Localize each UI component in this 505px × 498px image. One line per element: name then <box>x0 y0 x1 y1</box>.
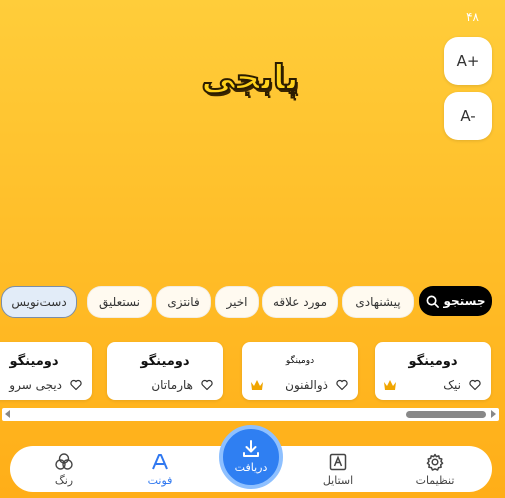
download-icon <box>243 440 259 457</box>
download-button-label: دریافت <box>234 461 268 474</box>
filter-chip-favorites[interactable]: مورد علاقه <box>262 286 338 318</box>
scroll-right-arrow-icon[interactable] <box>491 410 496 418</box>
font-icon <box>152 454 168 470</box>
heart-icon[interactable] <box>201 379 213 391</box>
gear-icon <box>426 453 444 471</box>
color-circles-icon <box>55 453 73 470</box>
nav-color[interactable]: رنگ <box>24 450 104 490</box>
decrease-size-button[interactable]: A- <box>444 92 492 140</box>
font-sample: دومینگو <box>408 354 458 369</box>
font-sample: دومینگو <box>285 356 315 366</box>
style-icon <box>329 453 347 471</box>
text-preview[interactable]: پابجی <box>170 57 330 99</box>
crown-icon <box>384 380 396 390</box>
search-icon <box>426 295 439 308</box>
nav-style-label: استایل <box>322 474 354 487</box>
font-card[interactable]: دومینگو دیجی سرو <box>0 342 92 400</box>
heart-icon[interactable] <box>336 379 348 391</box>
font-name: هارماتان <box>151 378 193 392</box>
heart-icon[interactable] <box>469 379 481 391</box>
filter-chip-bar: جستجو پیشنهادی مورد علاقه اخیر فانتزی نس… <box>0 286 505 318</box>
download-button[interactable]: دریافت <box>219 425 283 489</box>
font-name: نیک <box>443 378 461 392</box>
filter-chip-nastaliq[interactable]: نستعلیق <box>87 286 152 318</box>
nav-settings-label: تنظیمات <box>415 474 455 487</box>
scroll-left-arrow-icon[interactable] <box>5 410 10 418</box>
increase-size-button[interactable]: A+ <box>444 37 492 85</box>
filter-chip-fantasy[interactable]: فانتزی <box>156 286 211 318</box>
filter-chip-suggested[interactable]: پیشنهادی <box>342 286 414 318</box>
counter-text: ۴۸ <box>466 10 479 24</box>
font-name: ذوالفنون <box>285 378 328 392</box>
filter-chip-recent[interactable]: اخیر <box>215 286 259 318</box>
font-sample: دومینگو <box>140 354 190 369</box>
font-sample: دومینگو <box>9 354 59 369</box>
font-card[interactable]: دومینگو نیک <box>375 342 491 400</box>
crown-icon <box>251 380 263 390</box>
nav-settings[interactable]: تنظیمات <box>395 450 475 490</box>
nav-font-label: فونت <box>147 474 173 487</box>
nav-color-label: رنگ <box>54 474 74 487</box>
horizontal-scrollbar[interactable] <box>2 408 499 421</box>
font-card[interactable]: دومینگو ذوالفنون <box>242 342 358 400</box>
heart-icon[interactable] <box>70 379 82 391</box>
nav-style[interactable]: استایل <box>298 450 378 490</box>
search-chip[interactable]: جستجو <box>419 286 492 316</box>
filter-chip-handwriting[interactable]: دست‌نویس <box>1 286 77 318</box>
font-card-list: دومینگو نیک دومینگو ذوالفنون دومینگو هار… <box>0 342 505 400</box>
scroll-thumb[interactable] <box>406 411 486 418</box>
font-card[interactable]: دومینگو هارماتان <box>107 342 223 400</box>
app-screen: ۴۸ A+ A- پابجی جستجو پیشنهادی مورد علاقه… <box>0 0 505 498</box>
nav-font[interactable]: فونت <box>120 450 200 490</box>
font-name: دیجی سرو <box>9 378 62 392</box>
search-chip-label: جستجو <box>443 294 486 308</box>
